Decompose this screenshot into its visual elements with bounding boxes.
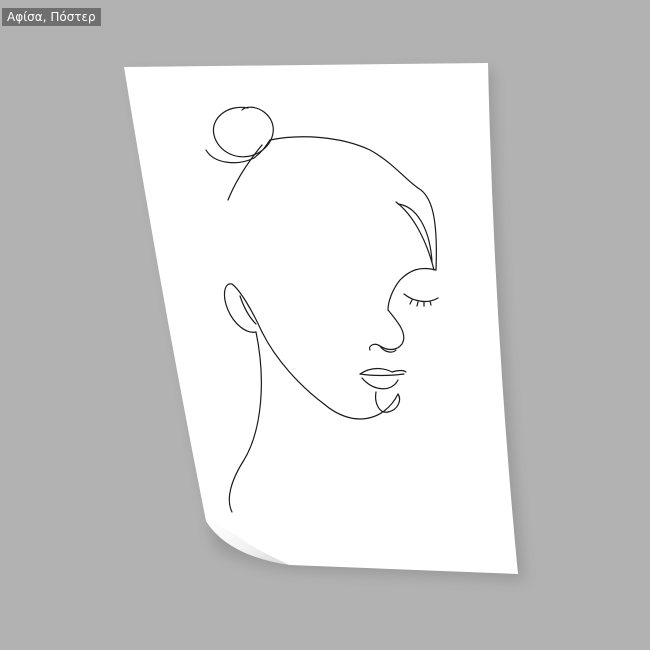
poster-scene — [124, 63, 524, 580]
poster-paper — [124, 63, 518, 574]
category-badge: Αφίσα, Πόστερ — [2, 8, 101, 26]
